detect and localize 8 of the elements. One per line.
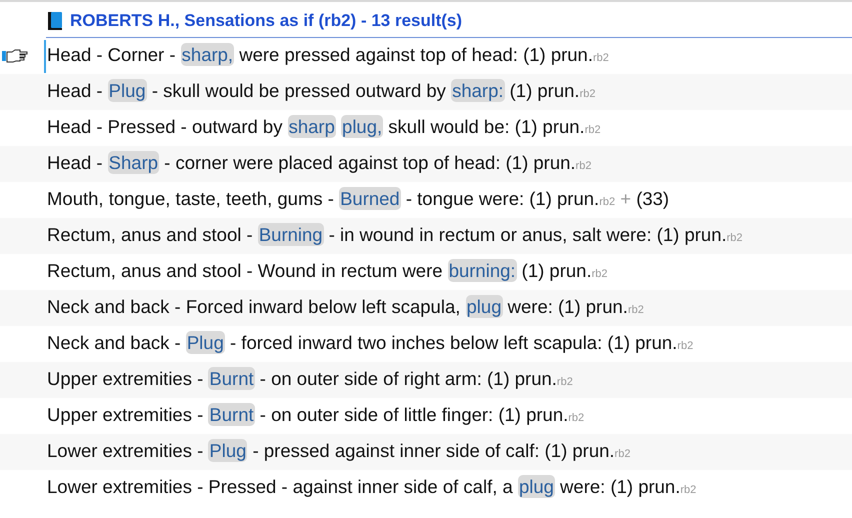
book-icon — [48, 12, 62, 30]
rubric-entry[interactable]: Neck and back - Plug - forced inward two inches below left scapula: (1) prun.rb2 — [44, 328, 694, 360]
rubric-entry[interactable]: Lower extremities - Pressed - against inner side of calf, a plug were: (1) prun.rb2 — [44, 472, 696, 504]
rubric-entry[interactable]: Head - Pressed - outward by sharp plug, skull would be: (1) prun.rb2 — [44, 112, 601, 144]
rubric-entry[interactable]: Rectum, anus and stool - Wound in rectum were burning: (1) prun.rb2 — [44, 256, 608, 288]
results-title: ROBERTS H., Sensations as if (rb2) - 13 result(s) — [70, 11, 462, 31]
rubric-entry[interactable]: Mouth, tongue, taste, teeth, gums - Burned - tongue were: (1) prun.rb2 + (33) — [44, 184, 670, 216]
rubric-entry[interactable]: Upper extremities - Burnt - on outer side of little finger: (1) prun.rb2 — [44, 400, 584, 432]
